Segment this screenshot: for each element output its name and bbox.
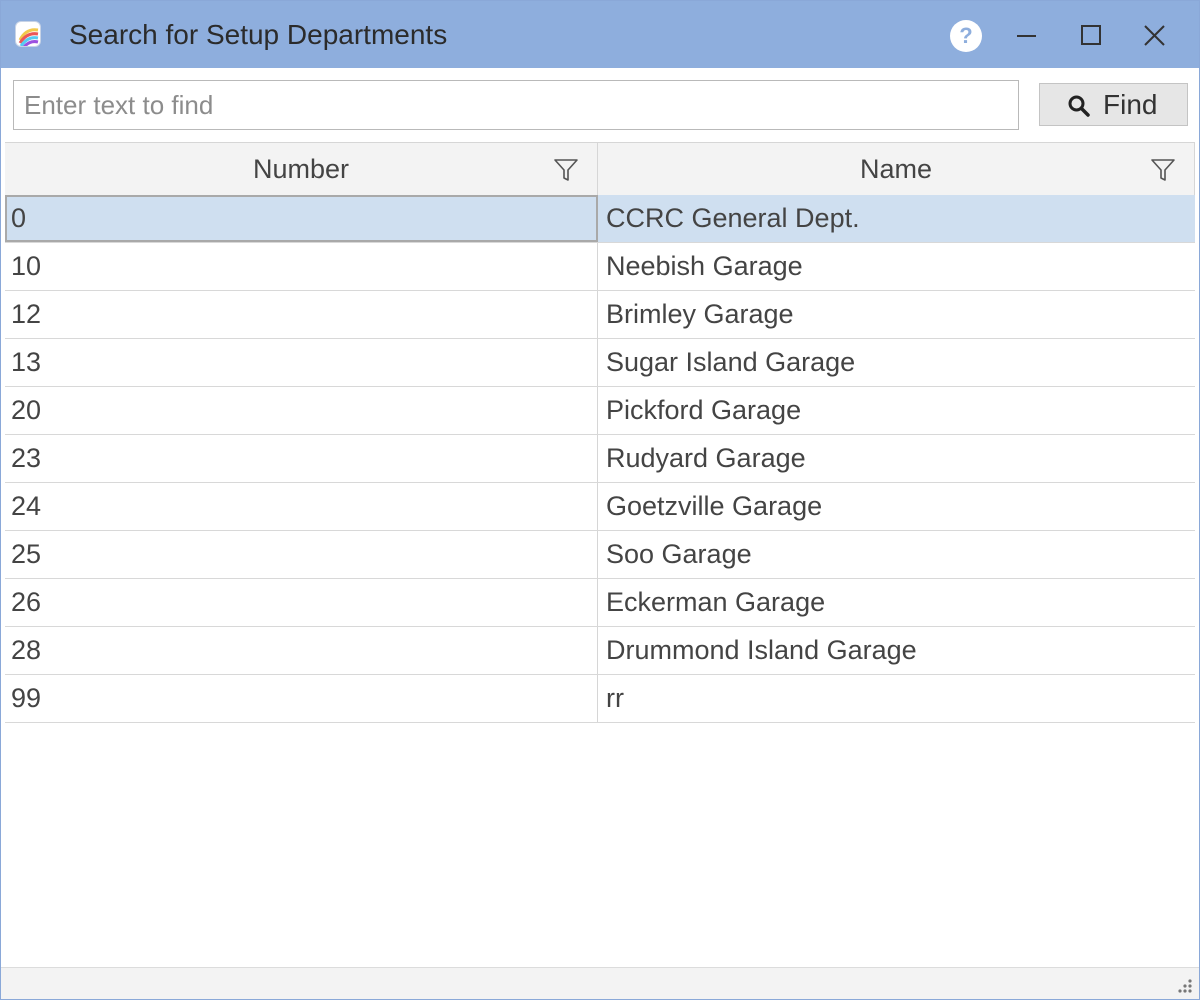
status-bar bbox=[1, 967, 1199, 999]
grid-header: Number Name bbox=[5, 143, 1195, 196]
name-cell[interactable]: Brimley Garage bbox=[598, 291, 1195, 338]
table-row[interactable]: 0 CCRC General Dept. bbox=[5, 195, 1195, 243]
table-row[interactable]: 99 rr bbox=[5, 675, 1195, 723]
table-row[interactable]: 25 Soo Garage bbox=[5, 531, 1195, 579]
name-cell[interactable]: Eckerman Garage bbox=[598, 579, 1195, 626]
number-cell[interactable]: 99 bbox=[5, 675, 598, 722]
search-departments-window: Search for Setup Departments ? Find bbox=[0, 0, 1200, 1000]
name-cell[interactable]: Rudyard Garage bbox=[598, 435, 1195, 482]
number-cell[interactable]: 10 bbox=[5, 243, 598, 290]
grid-body: 0 CCRC General Dept. 10 Neebish Garage 1… bbox=[5, 195, 1195, 723]
table-row[interactable]: 20 Pickford Garage bbox=[5, 387, 1195, 435]
filter-icon[interactable] bbox=[1150, 157, 1176, 183]
number-cell[interactable]: 26 bbox=[5, 579, 598, 626]
number-cell[interactable]: 28 bbox=[5, 627, 598, 674]
table-row[interactable]: 13 Sugar Island Garage bbox=[5, 339, 1195, 387]
column-header-name[interactable]: Name bbox=[598, 143, 1195, 195]
number-cell[interactable]: 25 bbox=[5, 531, 598, 578]
table-row[interactable]: 28 Drummond Island Garage bbox=[5, 627, 1195, 675]
name-cell[interactable]: CCRC General Dept. bbox=[598, 195, 1195, 242]
number-cell[interactable]: 12 bbox=[5, 291, 598, 338]
close-icon bbox=[1144, 25, 1165, 46]
maximize-button[interactable] bbox=[1066, 11, 1116, 59]
table-row[interactable]: 24 Goetzville Garage bbox=[5, 483, 1195, 531]
filter-icon[interactable] bbox=[553, 157, 579, 183]
column-header-label: Name bbox=[859, 154, 933, 184]
table-row[interactable]: 12 Brimley Garage bbox=[5, 291, 1195, 339]
column-header-number[interactable]: Number bbox=[5, 143, 598, 195]
number-cell[interactable]: 13 bbox=[5, 339, 598, 386]
name-cell[interactable]: Soo Garage bbox=[598, 531, 1195, 578]
minimize-button[interactable] bbox=[1001, 11, 1051, 59]
table-row[interactable]: 10 Neebish Garage bbox=[5, 243, 1195, 291]
number-cell[interactable]: 0 bbox=[5, 195, 598, 242]
name-cell[interactable]: Drummond Island Garage bbox=[598, 627, 1195, 674]
app-logo-icon bbox=[15, 21, 41, 47]
table-row[interactable]: 23 Rudyard Garage bbox=[5, 435, 1195, 483]
search-input[interactable] bbox=[13, 80, 1019, 130]
help-icon[interactable]: ? bbox=[950, 20, 982, 52]
minimize-icon bbox=[1017, 35, 1036, 37]
name-cell[interactable]: Goetzville Garage bbox=[598, 483, 1195, 530]
name-cell[interactable]: Pickford Garage bbox=[598, 387, 1195, 434]
resize-grip-icon[interactable] bbox=[1173, 976, 1193, 996]
close-button[interactable] bbox=[1129, 11, 1179, 59]
find-button[interactable]: Find bbox=[1039, 83, 1188, 126]
number-cell[interactable]: 24 bbox=[5, 483, 598, 530]
maximize-icon bbox=[1081, 25, 1101, 45]
name-cell[interactable]: rr bbox=[598, 675, 1195, 722]
departments-grid: Number Name 0 CCRC General Dept. 10 Neeb… bbox=[5, 142, 1195, 968]
name-cell[interactable]: Neebish Garage bbox=[598, 243, 1195, 290]
window-title: Search for Setup Departments bbox=[69, 19, 448, 50]
title-bar[interactable]: Search for Setup Departments ? bbox=[1, 1, 1199, 68]
number-cell[interactable]: 23 bbox=[5, 435, 598, 482]
search-icon bbox=[1068, 95, 1090, 117]
find-button-label: Find bbox=[1103, 89, 1158, 120]
number-cell[interactable]: 20 bbox=[5, 387, 598, 434]
column-header-label: Number bbox=[252, 154, 350, 184]
name-cell[interactable]: Sugar Island Garage bbox=[598, 339, 1195, 386]
table-row[interactable]: 26 Eckerman Garage bbox=[5, 579, 1195, 627]
